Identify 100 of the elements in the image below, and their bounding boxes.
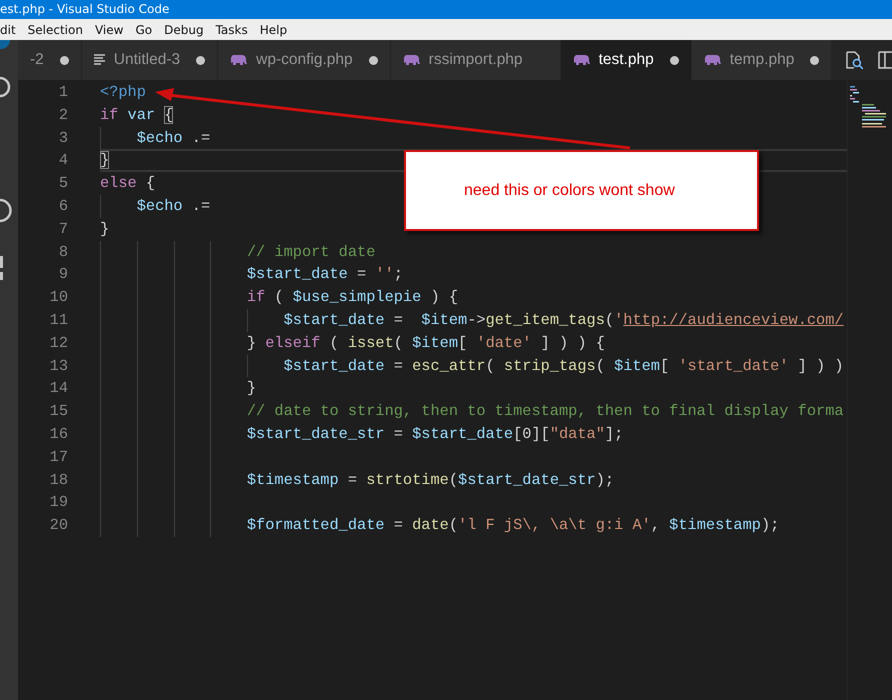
editor-tab[interactable]: -2 — [18, 40, 82, 80]
line-number: 18 — [48, 470, 69, 491]
line-number: 8 — [58, 242, 69, 263]
code-text: { — [144, 174, 156, 192]
keyword: else — [100, 174, 137, 192]
code-text: } — [246, 379, 256, 398]
activity-icon[interactable] — [0, 256, 3, 280]
editor-tab[interactable]: test.php — [560, 40, 692, 80]
keyword: elseif — [265, 334, 320, 352]
elephant-icon — [704, 54, 722, 66]
line-number: 19 — [48, 492, 69, 514]
variable: $start_date_str — [458, 470, 596, 489]
line-number: 12 — [48, 332, 69, 354]
variable: $start_date — [246, 265, 348, 284]
code-text: -> — [467, 310, 486, 329]
code-text: = — [392, 356, 404, 375]
variable: $item — [614, 356, 660, 375]
code-text: = — [346, 470, 358, 489]
line-number: 3 — [58, 128, 69, 149]
function-name: strip_tags — [504, 356, 596, 375]
code-text: ] ) ) { — [540, 334, 605, 352]
code-text: = — [392, 424, 404, 443]
code-text: ) { — [429, 288, 458, 306]
code-text: ( — [448, 516, 458, 534]
variable: $use_simplepie — [292, 288, 422, 306]
elephant-icon — [402, 54, 421, 66]
code-comment: // date to string, then to timestamp, then to final display forma — [246, 402, 844, 420]
variable: $timestamp — [246, 470, 339, 489]
text-lines-icon — [94, 54, 106, 66]
line-number: 6 — [58, 196, 69, 217]
code-text: ( — [394, 334, 404, 352]
activity-icon[interactable] — [0, 198, 12, 222]
code-text: , — [650, 516, 661, 534]
menu-item[interactable]: Tasks — [216, 22, 254, 36]
menu-item[interactable]: Debug — [164, 22, 210, 36]
split-editor-icon[interactable] — [878, 51, 892, 69]
string-literal: "data" — [550, 424, 605, 443]
editor-tab[interactable]: Untitled-3 — [82, 40, 218, 80]
editor-tab[interactable]: rssimport.php — [390, 40, 561, 80]
keyword: if — [100, 106, 120, 124]
code-text: ] ) ) — [796, 356, 844, 375]
string-literal: ' — [614, 310, 624, 329]
code-text: ( — [604, 310, 614, 329]
code-text: ( — [596, 356, 606, 375]
menu-item[interactable]: Go — [135, 22, 158, 36]
code-text: = — [392, 310, 404, 329]
code-text: .= — [190, 128, 210, 147]
string-literal: 'start_date' — [678, 356, 788, 375]
function-name: date — [412, 516, 449, 534]
code-text: ); — [760, 516, 780, 534]
line-number: 2 — [58, 104, 69, 126]
variable: $item — [421, 310, 468, 329]
function-name: esc_attr — [412, 356, 486, 375]
php-tag: <?php — [100, 83, 146, 101]
editor-tab[interactable]: wp-config.php — [218, 40, 391, 80]
variable: $start_date — [412, 424, 514, 443]
keyword: if — [246, 288, 266, 306]
bracket: { — [164, 106, 174, 124]
open-preview-icon[interactable] — [844, 50, 864, 70]
line-number: 1 — [58, 82, 69, 103]
variable: $item — [412, 334, 458, 352]
function-name: isset — [348, 334, 394, 352]
activity-icon[interactable] — [0, 76, 10, 98]
string-literal: 'l F jS\, \a\t g:i A' — [458, 516, 651, 534]
line-number: 15 — [48, 401, 69, 422]
code-text: [0][ — [513, 424, 550, 443]
url-link[interactable]: http://audienceview.com/ — [623, 310, 844, 329]
line-number: 11 — [48, 310, 69, 331]
line-number: 10 — [48, 287, 69, 308]
menu-item[interactable]: View — [94, 22, 130, 36]
window-title: est.php - Visual Studio Code — [0, 0, 892, 19]
function-name: strtotime — [366, 470, 449, 489]
string-literal: '' — [375, 265, 394, 284]
elephant-icon — [230, 54, 248, 66]
editor-tab[interactable]: temp.php — [692, 40, 832, 80]
code-text: = — [356, 265, 368, 284]
code-text: ( — [273, 288, 285, 306]
code-text: } — [100, 220, 110, 238]
code-text: = — [392, 516, 404, 534]
menu-item[interactable]: Help — [260, 22, 294, 36]
notification-badge-icon — [0, 40, 10, 49]
code-text: ( — [448, 470, 458, 489]
code-text: ]; — [604, 424, 624, 443]
variable: $timestamp — [669, 516, 761, 534]
line-number: 16 — [48, 424, 69, 445]
code-text: ( — [486, 356, 496, 375]
code-text: } — [246, 334, 258, 352]
elephant-icon — [572, 54, 591, 66]
variable: var — [128, 106, 156, 124]
variable: $echo — [136, 196, 183, 215]
line-number: 17 — [48, 446, 69, 468]
annotation-text: need this or colors wont show — [464, 182, 675, 200]
variable: $start_date_str — [246, 424, 385, 443]
code-text: .= — [190, 196, 210, 215]
menu-item[interactable]: dit — [0, 22, 22, 36]
string-literal: 'date' — [476, 334, 532, 352]
line-number: 5 — [58, 173, 69, 194]
code-text: ); — [596, 470, 614, 489]
menu-item[interactable]: Selection — [28, 22, 89, 36]
line-number: 13 — [48, 356, 69, 377]
